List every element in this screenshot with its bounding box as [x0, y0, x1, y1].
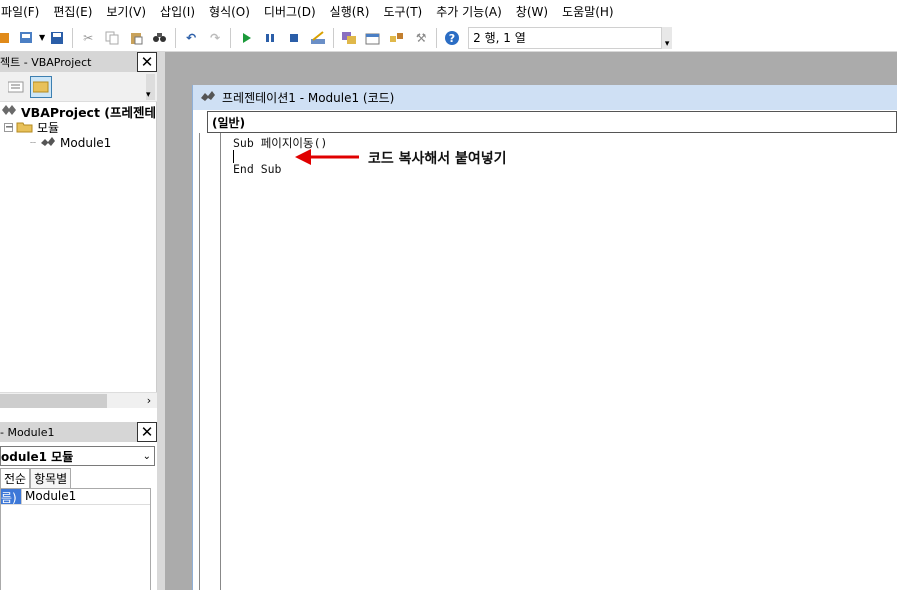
view-host-app-icon[interactable]: [0, 29, 12, 47]
project-tree-hscroll[interactable]: ›: [0, 392, 157, 408]
undo-icon[interactable]: ↶: [182, 29, 200, 47]
menu-run[interactable]: 실행(R): [323, 0, 377, 24]
properties-object-label: odule1 모듈: [1, 449, 74, 464]
copy-icon[interactable]: [103, 29, 121, 47]
design-mode-icon[interactable]: [309, 29, 327, 47]
menu-help[interactable]: 도움말(H): [555, 0, 621, 24]
paste-icon[interactable]: [127, 29, 145, 47]
annotation-arrow-icon: [295, 149, 359, 165]
break-icon[interactable]: [261, 29, 279, 47]
tree-node-module1-label: Module1: [60, 136, 112, 150]
project-explorer-title: 젝트 - VBAProject: [0, 56, 92, 69]
properties-title: - Module1: [0, 425, 55, 439]
property-key: 름): [1, 489, 21, 504]
code-module-icon: [199, 89, 217, 106]
project-tree: VBAProject (프레젠테 − 모듈 ┄ Module1: [0, 102, 157, 392]
left-dock: 젝트 - VBAProject ✕ ▾ VBAProject (프레젠테 − 모…: [0, 52, 157, 590]
scroll-right-icon[interactable]: ›: [141, 394, 157, 407]
properties-close-icon[interactable]: ✕: [137, 422, 157, 442]
menu-addins[interactable]: 추가 기능(A): [429, 0, 509, 24]
toolbar-separator: [333, 27, 335, 48]
find-icon[interactable]: [151, 29, 169, 47]
code-editor[interactable]: Sub 페이지이동() End Sub 코드 복사해서 붙여넣기: [193, 133, 897, 590]
vbaproject-icon: [0, 103, 18, 120]
chevron-down-icon[interactable]: ⌄: [143, 451, 151, 462]
redo-icon[interactable]: ↷: [206, 29, 224, 47]
svg-text:?: ?: [449, 32, 455, 45]
tree-connector: ┄: [30, 137, 37, 149]
insert-userform-icon[interactable]: [18, 29, 36, 47]
toolbar-separator: [72, 27, 74, 48]
menu-file[interactable]: 파일(F): [0, 0, 46, 24]
code-margin-indicator: [199, 133, 221, 590]
toolbar-separator: [436, 27, 438, 48]
insert-dropdown-arrow-icon[interactable]: ▼: [39, 33, 45, 42]
project-explorer-close-icon[interactable]: ✕: [137, 52, 157, 72]
save-icon[interactable]: [48, 29, 66, 47]
reset-icon[interactable]: [285, 29, 303, 47]
project-explorer-toolbar: ▾: [0, 72, 157, 102]
run-icon[interactable]: [237, 29, 255, 47]
menu-view[interactable]: 보기(V): [99, 0, 153, 24]
module-icon: [39, 135, 57, 151]
property-value[interactable]: Module1: [21, 489, 76, 504]
project-toolbar-more-icon[interactable]: ▾: [146, 74, 155, 100]
menu-insert[interactable]: 삽입(I): [153, 0, 202, 24]
toolbox-icon[interactable]: ⚒: [412, 29, 430, 47]
menu-format[interactable]: 형식(O): [202, 0, 257, 24]
toolbar-separator: [230, 27, 232, 48]
properties-window-icon[interactable]: [364, 29, 382, 47]
help-icon[interactable]: ?: [443, 29, 461, 47]
menu-bar: 파일(F) 편집(E) 보기(V) 삽입(I) 형식(O) 디버그(D) 실행(…: [0, 0, 897, 24]
property-row-name[interactable]: 름) Module1: [1, 489, 150, 505]
scroll-thumb[interactable]: [0, 393, 107, 408]
tree-node-modules-label: 모듈: [37, 121, 60, 135]
properties-tabs: 전순 항목별: [0, 468, 157, 488]
tab-alphabetic[interactable]: 전순: [0, 468, 31, 488]
tree-node-modules-folder[interactable]: − 모듈: [4, 119, 59, 136]
view-object-icon[interactable]: [6, 77, 26, 97]
properties-grid: 름) Module1: [0, 488, 151, 590]
menu-edit[interactable]: 편집(E): [46, 0, 99, 24]
tree-node-module1[interactable]: ┄ Module1: [30, 135, 111, 151]
menu-debug[interactable]: 디버그(D): [257, 0, 323, 24]
standard-toolbar: ▼ ✂ ↶ ↷ ⚒ ? 2 행, 1 열 ▾: [0, 24, 897, 52]
code-window-titlebar: 프레젠테이션1 - Module1 (코드): [193, 85, 897, 110]
toggle-folders-icon[interactable]: [30, 75, 52, 98]
code-window-title: 프레젠테이션1 - Module1 (코드): [222, 91, 395, 105]
menu-window[interactable]: 창(W): [509, 0, 555, 24]
panel-gap: [0, 408, 157, 422]
menu-tools[interactable]: 도구(T): [376, 0, 429, 24]
tab-categorized[interactable]: 항목별: [30, 468, 72, 488]
toolbar-options-icon[interactable]: ▾: [662, 26, 673, 49]
object-combo-label: (일반): [212, 115, 246, 130]
project-explorer-titlebar: 젝트 - VBAProject ✕: [0, 52, 157, 72]
properties-titlebar: - Module1 ✕: [0, 422, 157, 442]
collapse-icon[interactable]: −: [4, 123, 13, 133]
cursor-position-display: 2 행, 1 열: [468, 26, 663, 49]
object-browser-icon[interactable]: [388, 29, 406, 47]
code-window: 프레젠테이션1 - Module1 (코드) (일반) Sub 페이지이동() E…: [192, 85, 897, 590]
folder-open-icon: [16, 120, 34, 136]
toolbar-separator: [175, 27, 177, 48]
project-explorer-icon[interactable]: [340, 29, 358, 47]
annotation-text: 코드 복사해서 붙여넣기: [368, 151, 507, 167]
dock-splitter[interactable]: [157, 52, 165, 590]
properties-object-select[interactable]: odule1 모듈 ⌄: [0, 446, 155, 466]
object-combo[interactable]: (일반): [207, 111, 897, 133]
cut-icon[interactable]: ✂: [79, 29, 97, 47]
